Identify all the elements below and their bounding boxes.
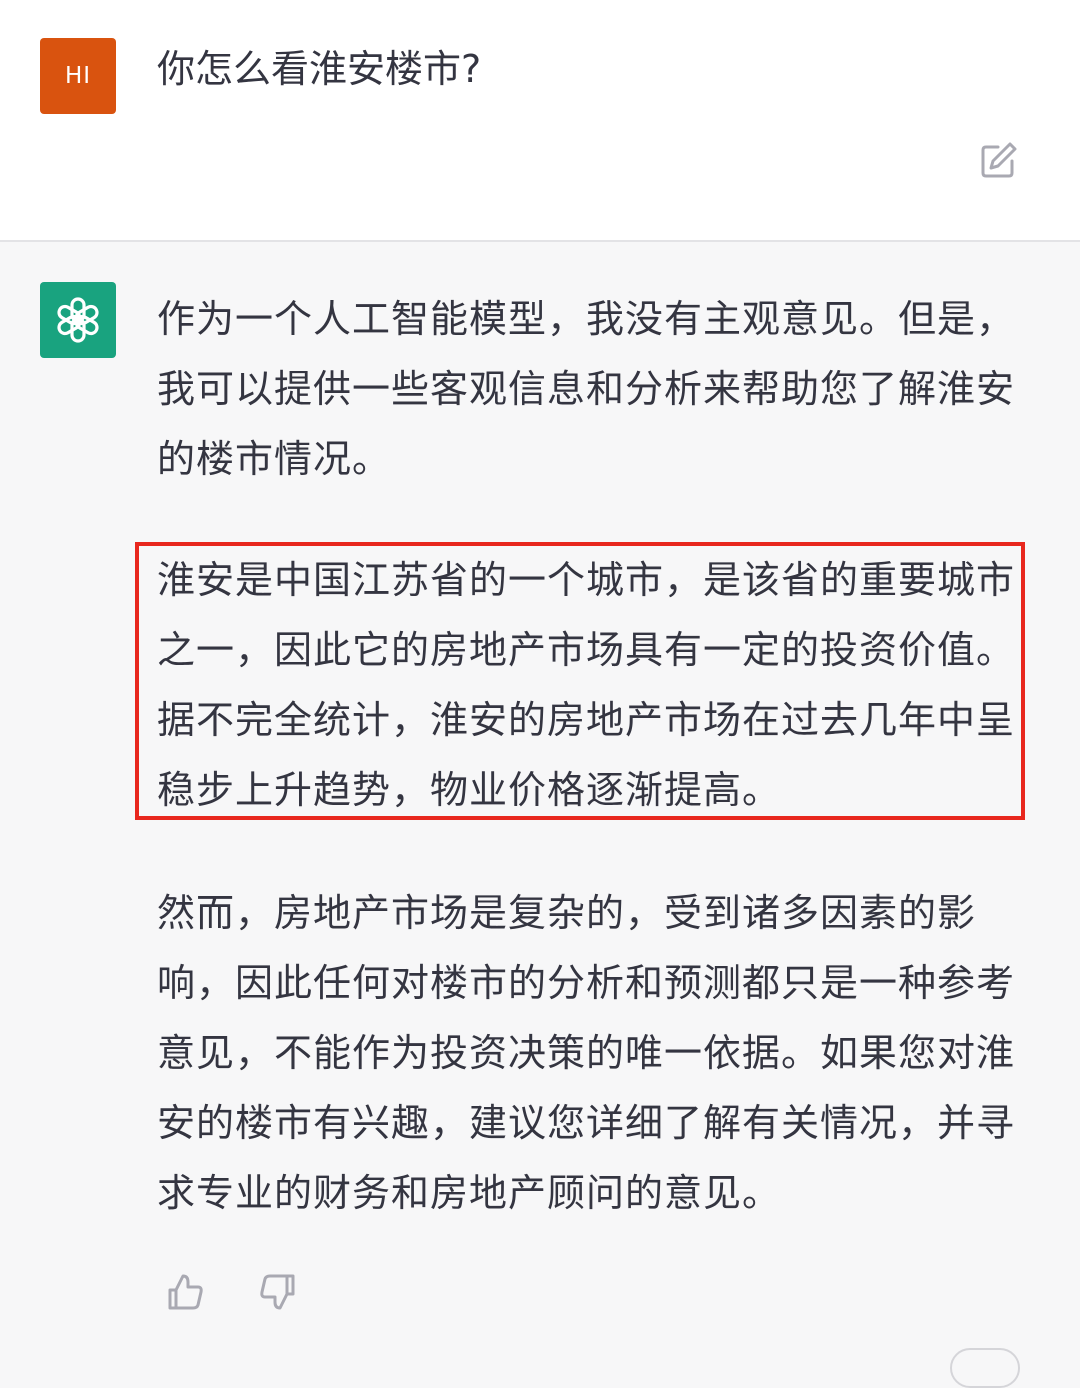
- thumbs-down-icon: [260, 1274, 295, 1310]
- assistant-avatar: [40, 282, 116, 358]
- thumbs-up-button[interactable]: [164, 1270, 208, 1314]
- highlight-box: [135, 542, 1025, 820]
- thumbs-down-button[interactable]: [255, 1270, 299, 1314]
- partial-button[interactable]: [950, 1348, 1020, 1388]
- edit-button[interactable]: [977, 138, 1021, 182]
- thumbs-up-icon: [168, 1274, 203, 1310]
- user-question: 你怎么看淮安楼市?: [157, 47, 482, 91]
- edit-icon: [981, 142, 1017, 178]
- assistant-paragraph: 作为一个人工智能模型，我没有主观意见。但是，我可以提供一些客观信息和分析来帮助您…: [157, 297, 1016, 481]
- user-avatar: HI: [40, 38, 116, 114]
- openai-logo-icon: [55, 297, 101, 343]
- assistant-paragraph: 然而，房地产市场是复杂的，受到诸多因素的影响，因此任何对楼市的分析和预测都只是一…: [157, 891, 1016, 1215]
- user-message: HI 你怎么看淮安楼市?: [0, 0, 1080, 242]
- user-avatar-label: HI: [64, 63, 92, 89]
